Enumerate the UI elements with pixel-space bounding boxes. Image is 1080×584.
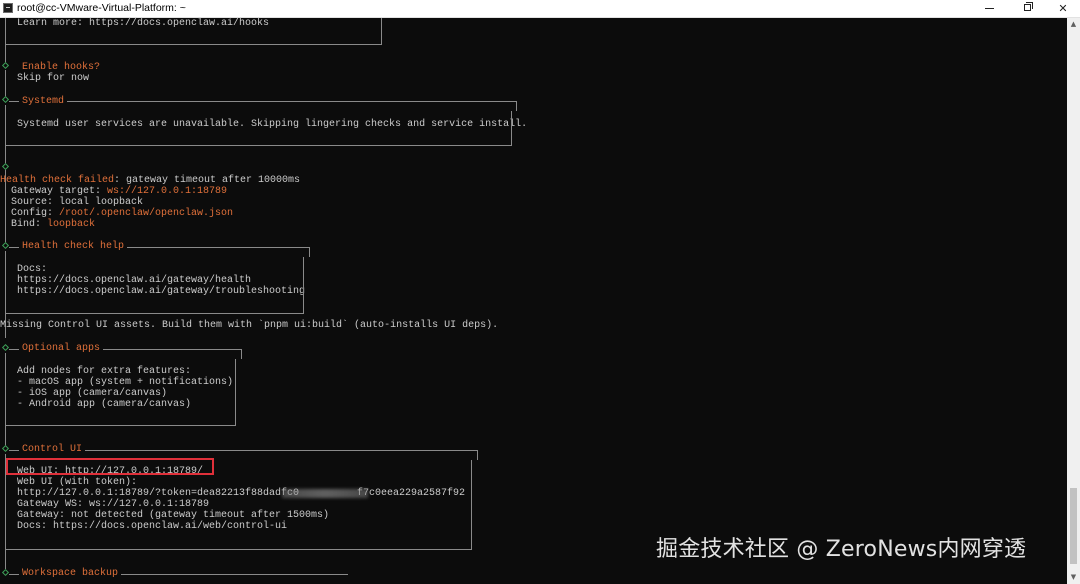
diamond-step-icon	[1, 162, 10, 171]
diamond-step-icon	[1, 444, 10, 453]
diamond-step-icon	[1, 241, 10, 250]
optional-app-item: - macOS app (system + notifications)	[17, 377, 234, 388]
optional-app-item: - Android app (camera/canvas)	[17, 399, 192, 410]
diamond-step-icon	[1, 568, 10, 577]
health-help-box-right	[309, 247, 310, 257]
window-title: root@cc-VMware-Virtual-Platform: ~	[17, 2, 186, 14]
health-check-failed: Health check failed: gateway timeout aft…	[0, 175, 300, 186]
bind-value: loopback	[47, 219, 96, 230]
workspace-backup-title: Workspace backup	[19, 568, 122, 579]
control-ui-docs-line: Docs: https://docs.openclaw.ai/web/contr…	[17, 521, 288, 532]
health-help-box-right-lower	[303, 257, 304, 313]
web-ui-token-url-start[interactable]: http://127.0.0.1:18789/?token=dea82213f8…	[17, 488, 299, 499]
systemd-box-bottom	[5, 145, 512, 146]
optional-apps-title: Optional apps	[19, 343, 104, 354]
health-check-failed-detail: : gateway timeout after 10000ms	[114, 175, 301, 186]
left-rail	[5, 18, 6, 64]
control-ui-box-right-lower	[471, 460, 472, 549]
control-ui-title: Control UI	[19, 444, 86, 455]
control-ui-box-bottom	[5, 549, 472, 550]
minimize-icon	[984, 7, 994, 9]
optional-apps-box-bottom	[5, 425, 236, 426]
bind-label: Bind:	[11, 219, 48, 230]
bind-line: Bind: loopback	[11, 219, 95, 230]
gateway-status-line: Gateway: not detected (gateway timeout a…	[17, 510, 330, 521]
hooks-learn-more: Learn more: https://docs.openclaw.ai/hoo…	[17, 18, 270, 29]
enable-hooks-question: Enable hooks?	[22, 62, 101, 73]
left-rail	[5, 353, 6, 446]
diamond-step-icon	[1, 61, 10, 70]
optional-apps-box-right-lower	[235, 359, 236, 425]
terminal-app-icon	[3, 3, 13, 13]
gateway-ws-line: Gateway WS: ws://127.0.0.1:18789	[17, 499, 210, 510]
diamond-step-icon	[1, 95, 10, 104]
config-line: Config: /root/.openclaw/openclaw.json	[11, 208, 233, 219]
restore-icon	[1023, 2, 1033, 11]
terminal-window: root@cc-VMware-Virtual-Platform: ~ ✕ Lea…	[0, 0, 1080, 584]
systemd-message: Systemd user services are unavailable. S…	[17, 119, 528, 130]
web-ui-highlight-box	[6, 458, 214, 475]
scroll-down-arrow-icon[interactable]: ▼	[1067, 571, 1080, 584]
optional-apps-box-right	[241, 349, 242, 359]
web-ui-token-label: Web UI (with token):	[17, 477, 138, 488]
missing-assets-message: Missing Control UI assets. Build them wi…	[0, 320, 499, 331]
terminal-output[interactable]: Learn more: https://docs.openclaw.ai/hoo…	[0, 18, 1067, 584]
diamond-step-icon	[1, 343, 10, 352]
systemd-box-right	[516, 101, 517, 111]
optional-app-item: - iOS app (camera/canvas)	[17, 388, 168, 399]
vertical-scrollbar[interactable]: ▲ ▼	[1067, 18, 1080, 584]
left-rail	[5, 70, 6, 97]
health-help-box-bottom	[5, 313, 304, 314]
optional-apps-intro: Add nodes for extra features:	[17, 366, 192, 377]
redacted-token-segment	[282, 489, 368, 498]
maximize-button[interactable]	[1010, 0, 1044, 17]
gateway-target-value: ws://127.0.0.1:18789	[107, 186, 228, 197]
scrollbar-thumb[interactable]	[1070, 488, 1077, 564]
source-line: Source: local loopback	[11, 197, 144, 208]
close-button[interactable]: ✕	[1046, 0, 1080, 17]
gateway-target-label: Gateway target:	[11, 186, 108, 197]
health-help-title: Health check help	[19, 241, 128, 252]
systemd-box-right-lower	[511, 111, 512, 145]
control-ui-box-right	[477, 450, 478, 460]
systemd-box-top	[9, 101, 517, 102]
close-icon: ✕	[1058, 2, 1068, 15]
config-path: /root/.openclaw/openclaw.json	[59, 208, 234, 219]
web-ui-token-url-end[interactable]: f7c0eea229a2587f92	[357, 488, 465, 499]
hooks-box-bottom	[5, 44, 382, 45]
config-label: Config:	[11, 208, 60, 219]
health-check-failed-label: Health check failed	[0, 175, 115, 186]
title-bar[interactable]: root@cc-VMware-Virtual-Platform: ~ ✕	[0, 0, 1080, 18]
scroll-up-arrow-icon[interactable]: ▲	[1067, 18, 1080, 31]
hooks-box-right	[381, 18, 382, 44]
watermark-text: 掘金技术社区 @ ZeroNews内网穿透	[656, 537, 1027, 562]
health-help-docs-troubleshooting: https://docs.openclaw.ai/gateway/trouble…	[17, 286, 306, 297]
health-help-docs-health: https://docs.openclaw.ai/gateway/health	[17, 275, 252, 286]
enable-hooks-answer: Skip for now	[17, 73, 90, 84]
systemd-title: Systemd	[19, 96, 68, 107]
minimize-button[interactable]	[972, 0, 1006, 17]
health-help-docs-label: Docs:	[17, 264, 48, 275]
gateway-target-line: Gateway target: ws://127.0.0.1:18789	[11, 186, 227, 197]
